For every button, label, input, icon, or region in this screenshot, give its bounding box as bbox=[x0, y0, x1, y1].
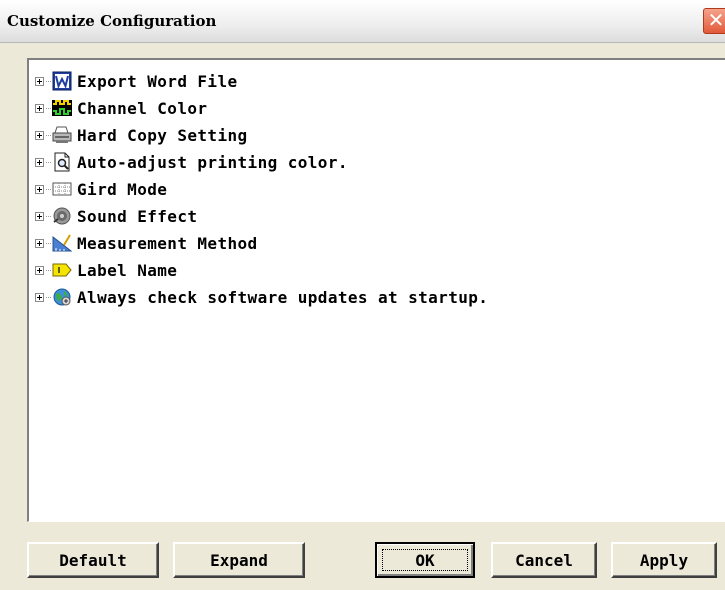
tree-item-auto-adjust-printing-color[interactable]: Auto-adjust printing color. bbox=[35, 149, 348, 175]
channel-waveform-icon bbox=[52, 98, 72, 118]
expand-toggle-icon[interactable] bbox=[35, 130, 44, 140]
expand-toggle-icon[interactable] bbox=[35, 238, 44, 248]
focus-rectangle bbox=[382, 549, 468, 571]
tree-connector bbox=[46, 242, 51, 244]
cancel-button-label: Cancel bbox=[515, 550, 573, 570]
configuration-tree[interactable]: Export Word File Channel Color Hard Copy… bbox=[27, 58, 725, 522]
word-document-icon bbox=[52, 71, 72, 91]
tree-connector bbox=[46, 161, 51, 163]
tree-item-label: Label Name bbox=[77, 260, 178, 280]
tree-item-label: Channel Color bbox=[77, 98, 208, 118]
tree-connector bbox=[46, 188, 51, 190]
tree-item-label: Sound Effect bbox=[77, 206, 198, 226]
expand-button-label: Expand bbox=[210, 550, 268, 570]
close-icon: ✕ bbox=[707, 8, 725, 32]
apply-button-label: Apply bbox=[639, 550, 689, 570]
tree-item-check-software-updates[interactable]: Always check software updates at startup… bbox=[35, 284, 488, 310]
tree-item-gird-mode[interactable]: Gird Mode bbox=[35, 176, 167, 202]
tree-item-label: Always check software updates at startup… bbox=[77, 287, 489, 307]
tree-item-sound-effect[interactable]: Sound Effect bbox=[35, 203, 197, 229]
tree-item-label: Gird Mode bbox=[77, 179, 168, 199]
window-title: Customize Configuration bbox=[7, 12, 217, 30]
default-button[interactable]: Default bbox=[27, 542, 159, 578]
tree-item-measurement-method[interactable]: Measurement Method bbox=[35, 230, 258, 256]
tree-item-export-word-file[interactable]: Export Word File bbox=[35, 68, 238, 94]
measurement-icon bbox=[52, 233, 72, 253]
tree-connector bbox=[46, 269, 51, 271]
tree-item-hard-copy-setting[interactable]: Hard Copy Setting bbox=[35, 122, 248, 148]
print-preview-icon bbox=[52, 152, 72, 172]
apply-button[interactable]: Apply bbox=[611, 542, 717, 578]
label-tag-icon bbox=[52, 260, 72, 280]
tree-item-label: Export Word File bbox=[77, 71, 238, 91]
default-button-label: Default bbox=[59, 550, 127, 570]
tree-connector bbox=[46, 296, 51, 298]
expand-toggle-icon[interactable] bbox=[35, 157, 44, 167]
tree-connector bbox=[46, 215, 51, 217]
tree-item-label: Measurement Method bbox=[77, 233, 258, 253]
customize-configuration-dialog: Customize Configuration ✕ Export Word Fi… bbox=[0, 0, 725, 590]
tree-connector bbox=[46, 80, 51, 82]
tree-item-label-name[interactable]: Label Name bbox=[35, 257, 177, 283]
tree-connector bbox=[46, 107, 51, 109]
speaker-icon bbox=[52, 206, 72, 226]
cancel-button[interactable]: Cancel bbox=[491, 542, 597, 578]
printer-icon bbox=[52, 125, 72, 145]
tree-item-label: Auto-adjust printing color. bbox=[77, 152, 348, 172]
tree-item-channel-color[interactable]: Channel Color bbox=[35, 95, 207, 121]
title-bar[interactable]: Customize Configuration ✕ bbox=[0, 0, 725, 43]
expand-toggle-icon[interactable] bbox=[35, 265, 44, 275]
expand-toggle-icon[interactable] bbox=[35, 184, 44, 194]
tree-item-label: Hard Copy Setting bbox=[77, 125, 248, 145]
expand-button[interactable]: Expand bbox=[173, 542, 305, 578]
grid-icon bbox=[52, 179, 72, 199]
expand-toggle-icon[interactable] bbox=[35, 76, 44, 86]
expand-toggle-icon[interactable] bbox=[35, 103, 44, 113]
ok-button[interactable]: OK bbox=[375, 542, 475, 578]
globe-update-icon bbox=[52, 287, 72, 307]
close-button[interactable]: ✕ bbox=[703, 8, 725, 34]
tree-connector bbox=[46, 134, 51, 136]
expand-toggle-icon[interactable] bbox=[35, 211, 44, 221]
expand-toggle-icon[interactable] bbox=[35, 292, 44, 302]
